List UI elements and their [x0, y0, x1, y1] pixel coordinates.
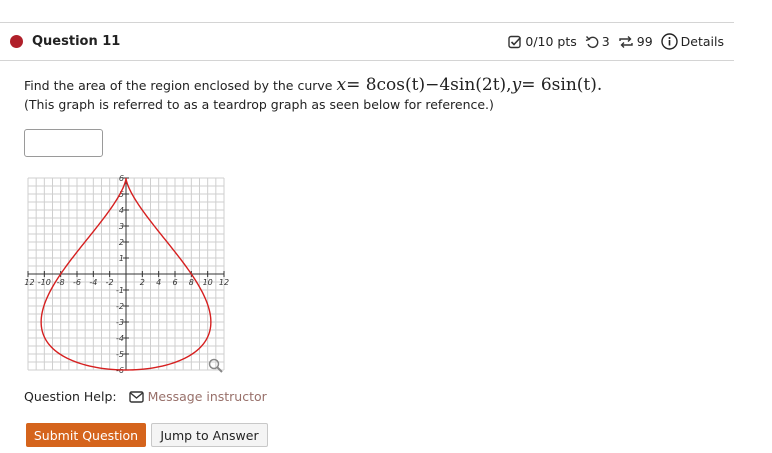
help-label: Question Help: — [24, 389, 117, 404]
retries-count: 99 — [636, 34, 653, 49]
y-expression: = 6sin(t) — [521, 75, 597, 95]
envelope-icon — [128, 390, 144, 403]
y-tick-label: 1 — [119, 254, 124, 263]
y-tick-label: 3 — [119, 222, 124, 231]
x-tick-label: -2 — [106, 278, 114, 287]
message-instructor-label: Message instructor — [147, 389, 267, 404]
question-title: Question 11 — [32, 34, 121, 49]
y-tick-label: -2 — [116, 302, 124, 311]
jump-to-answer-button[interactable]: Jump to Answer — [151, 423, 268, 447]
curve-equation: x= 8cos(t)−4sin(2t),y= 6sin(t). — [336, 75, 602, 95]
question-header: Question 11 0/10 pts 3 99 Details — [0, 22, 734, 60]
x-tick-label: -12 — [24, 278, 35, 287]
x-tick-label: -10 — [38, 278, 51, 287]
y-tick-label: -5 — [116, 350, 124, 359]
x-tick-label: 2 — [140, 278, 145, 287]
message-instructor-link[interactable]: Message instructor — [128, 389, 267, 404]
header-divider — [0, 60, 734, 61]
status-dot — [10, 35, 23, 48]
checkbox-icon — [508, 35, 522, 48]
points-indicator: 0/10 pts — [508, 34, 577, 49]
answer-input[interactable] — [24, 129, 103, 157]
y-tick-label: 2 — [119, 238, 124, 247]
prompt-note: (This graph is referred to as a teardrop… — [24, 97, 494, 112]
attempts-count: 3 — [601, 34, 610, 49]
prompt-text: Find the area of the region enclosed by … — [24, 78, 333, 93]
question-meta: 0/10 pts 3 99 Details — [500, 33, 724, 50]
x-tick-label: 10 — [203, 278, 213, 287]
y-tick-label: 4 — [119, 206, 124, 215]
x-tick-label: -4 — [89, 278, 97, 287]
x-variable: x — [336, 75, 347, 95]
y-variable: y — [511, 75, 522, 95]
x-tick-label: 12 — [219, 278, 229, 287]
x-expression: = 8cos(t)−4sin(2t), — [346, 75, 512, 95]
x-tick-label: -6 — [73, 278, 81, 287]
y-tick-label: -1 — [116, 286, 124, 295]
magnifier-icon — [208, 358, 220, 370]
y-tick-label: 6 — [119, 174, 124, 183]
y-tick-label: -4 — [116, 334, 124, 343]
x-tick-label: 4 — [156, 278, 161, 287]
retries-indicator: 99 — [618, 34, 653, 49]
attempts-indicator: 3 — [585, 34, 610, 49]
info-icon — [660, 33, 678, 50]
question-help: Question Help: Message instructor — [24, 389, 267, 404]
x-tick-label: 6 — [172, 278, 177, 287]
equation-end: . — [596, 75, 603, 95]
details-label: Details — [680, 34, 724, 49]
x-tick-label: 8 — [189, 278, 194, 287]
retry-arrows-icon — [619, 35, 633, 48]
points-text: 0/10 pts — [525, 34, 577, 49]
y-tick-label: -3 — [116, 318, 124, 327]
submit-question-button[interactable]: Submit Question — [26, 423, 146, 447]
teardrop-graph: -12-10-8-6-4-224681012654321-1-2-3-4-5-6 — [24, 174, 229, 375]
details-toggle[interactable]: Details — [660, 33, 724, 50]
undo-icon — [585, 35, 599, 48]
question-prompt: Find the area of the region enclosed by … — [24, 75, 602, 112]
